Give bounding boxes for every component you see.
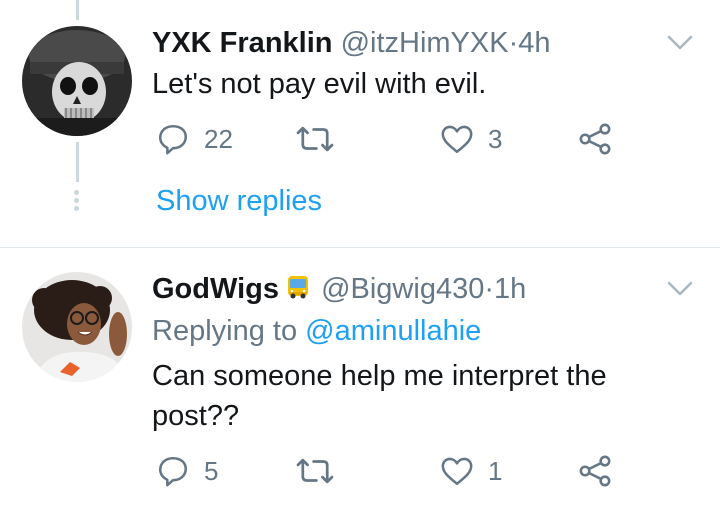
tweet-text: Can someone help me interpret the post?? xyxy=(152,360,607,432)
like-icon xyxy=(441,457,473,486)
thread-more-dots[interactable] xyxy=(74,190,79,214)
user-handle[interactable]: @Bigwig430 xyxy=(321,273,484,305)
reply-count: 5 xyxy=(204,455,219,486)
reply-icon xyxy=(158,124,188,155)
like-count: 1 xyxy=(488,455,503,486)
retweet-button[interactable] xyxy=(296,454,348,488)
like-button[interactable]: 3 xyxy=(440,122,502,156)
tweet-header: GodWigs @Bigwig430·1h xyxy=(152,272,526,306)
bus-emoji-icon xyxy=(288,276,309,299)
like-count: 3 xyxy=(488,123,503,154)
timestamp[interactable]: 1h xyxy=(494,273,526,305)
display-name[interactable]: GodWigs xyxy=(152,273,279,305)
share-icon xyxy=(579,123,611,155)
chevron-down-icon[interactable] xyxy=(666,280,694,298)
share-button[interactable] xyxy=(578,454,612,488)
avatar[interactable] xyxy=(22,272,132,382)
share-icon xyxy=(579,455,611,487)
reply-icon xyxy=(158,456,188,487)
separator: · xyxy=(484,273,495,305)
share-button[interactable] xyxy=(578,122,612,156)
tweet-header: YXK Franklin @itzHimYXK·4h xyxy=(152,26,551,60)
reply-count: 22 xyxy=(204,123,233,154)
tweet-text: Let's not pay evil with evil. xyxy=(152,68,487,100)
show-replies-link[interactable]: Show replies xyxy=(156,185,322,218)
thread-line-bottom xyxy=(76,142,79,182)
retweet-icon xyxy=(296,458,334,484)
user-handle[interactable]: @itzHimYXK xyxy=(341,27,509,59)
retweet-icon xyxy=(296,126,334,152)
chevron-down-icon[interactable] xyxy=(666,34,694,52)
avatar[interactable] xyxy=(22,26,132,136)
like-icon xyxy=(441,125,473,154)
like-button[interactable]: 1 xyxy=(440,454,502,488)
timestamp[interactable]: 4h xyxy=(518,27,550,59)
display-name[interactable]: YXK Franklin xyxy=(152,27,333,59)
tweet-divider xyxy=(0,247,720,248)
reply-button[interactable]: 5 xyxy=(156,454,218,488)
separator: · xyxy=(508,27,519,59)
reply-button[interactable]: 22 xyxy=(156,122,233,156)
retweet-button[interactable] xyxy=(296,122,348,156)
replying-to-line: Replying to @aminullahie xyxy=(152,314,481,348)
replying-to-prefix: Replying to xyxy=(152,315,298,347)
thread-line-top xyxy=(76,0,79,20)
replying-to-mention[interactable]: @aminullahie xyxy=(305,315,481,347)
